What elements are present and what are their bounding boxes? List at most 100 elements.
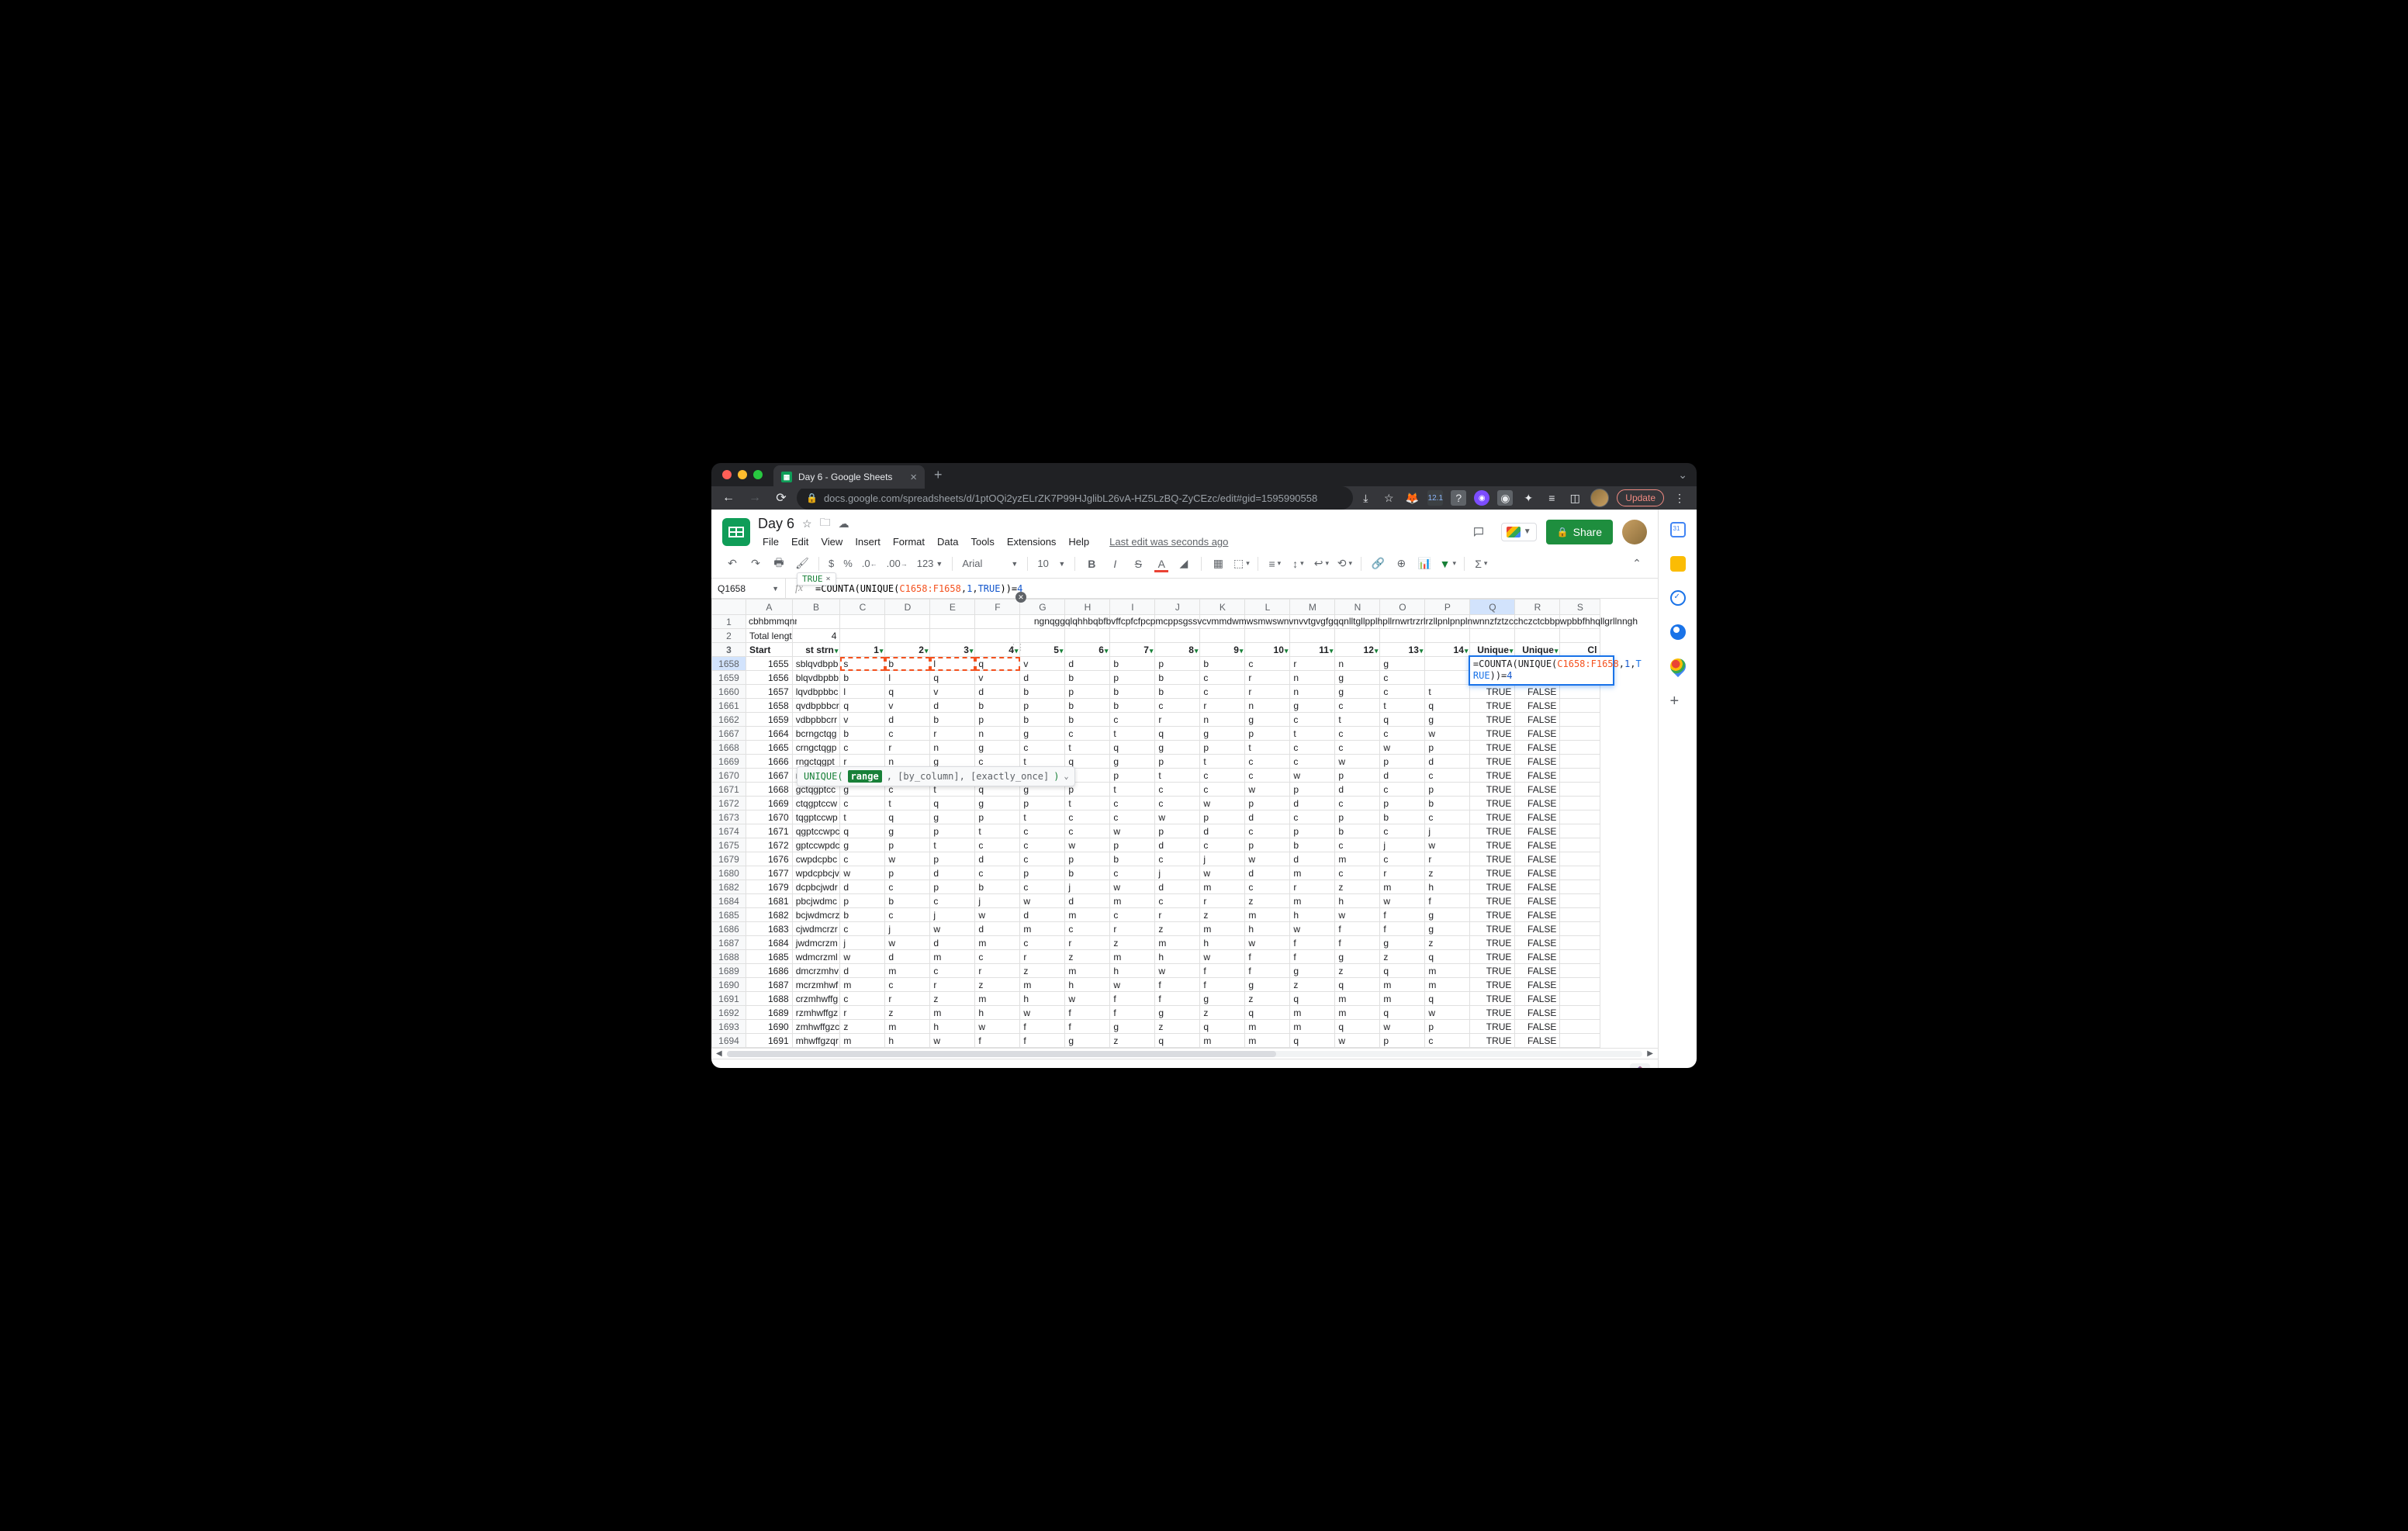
cell[interactable]: n [1290, 671, 1335, 685]
cell[interactable]: FALSE [1515, 727, 1560, 741]
cell[interactable] [1425, 615, 1470, 629]
row-header[interactable]: 1685 [712, 908, 746, 922]
cell[interactable] [1515, 615, 1560, 629]
profile-avatar[interactable] [1590, 489, 1609, 507]
cell[interactable]: z [1155, 1020, 1200, 1034]
cell[interactable]: FALSE [1515, 936, 1560, 950]
cell[interactable]: t [1110, 727, 1155, 741]
formula-result-chip[interactable]: TRUE × [797, 572, 836, 586]
row-header[interactable]: 2 [712, 629, 746, 643]
filter-icon[interactable]: ▾ [1150, 647, 1154, 655]
cell[interactable]: p [975, 713, 1020, 727]
cell[interactable]: z [1425, 936, 1470, 950]
column-header-I[interactable]: I [1110, 600, 1155, 615]
reading-list-icon[interactable]: ≡ [1544, 490, 1559, 506]
cell[interactable] [1560, 685, 1600, 699]
side-panel-icon[interactable]: ◫ [1567, 490, 1583, 506]
cell[interactable]: c [1200, 838, 1245, 852]
cell[interactable]: b [1110, 852, 1155, 866]
cell[interactable]: z [840, 1020, 885, 1034]
cell[interactable] [792, 615, 840, 629]
cell[interactable]: g [1425, 713, 1470, 727]
cell[interactable]: p [1110, 671, 1155, 685]
cell[interactable]: m [1425, 978, 1470, 992]
menu-format[interactable]: Format [888, 534, 929, 549]
cell[interactable]: f [1020, 1034, 1065, 1048]
address-bar[interactable]: 🔒 docs.google.com/spreadsheets/d/1ptOQi2… [797, 486, 1353, 510]
cell[interactable]: c [1020, 880, 1065, 894]
cell[interactable] [1560, 783, 1600, 797]
cell[interactable]: FALSE [1515, 810, 1560, 824]
cell[interactable]: h [1020, 992, 1065, 1006]
cell[interactable]: c [1065, 810, 1110, 824]
cell[interactable]: FALSE [1515, 978, 1560, 992]
cell[interactable]: d [840, 880, 885, 894]
cell[interactable]: c [840, 992, 885, 1006]
cell[interactable]: FALSE [1515, 894, 1560, 908]
cell[interactable]: c [1155, 797, 1200, 810]
cell[interactable]: r [1155, 908, 1200, 922]
cell[interactable]: p [1335, 810, 1380, 824]
cell[interactable] [1560, 713, 1600, 727]
cell[interactable]: c [930, 894, 975, 908]
cell[interactable]: c [1020, 838, 1065, 852]
cell[interactable]: f [1335, 922, 1380, 936]
cell[interactable] [1200, 615, 1245, 629]
cell[interactable]: p [1020, 797, 1065, 810]
cell[interactable]: w [1380, 741, 1425, 755]
row-header[interactable]: 1659 [712, 671, 746, 685]
cell[interactable]: g [1155, 741, 1200, 755]
cell[interactable]: d [1425, 755, 1470, 769]
more-formats-button[interactable]: 123▼ [914, 554, 946, 574]
column-header-H[interactable]: H [1065, 600, 1110, 615]
cell[interactable]: q [1380, 964, 1425, 978]
tab-overflow-button[interactable]: ⌄ [1678, 468, 1687, 482]
redo-button[interactable]: ↷ [746, 554, 766, 574]
column-header-A[interactable]: A [746, 600, 793, 615]
cell[interactable]: g [1155, 1006, 1200, 1020]
cell[interactable]: r [1065, 936, 1110, 950]
cell[interactable]: c [1380, 671, 1425, 685]
cell[interactable]: 1659 [746, 713, 793, 727]
account-avatar[interactable] [1622, 520, 1647, 544]
cell[interactable]: b [1065, 866, 1110, 880]
cell[interactable] [1110, 629, 1155, 643]
cell[interactable] [1560, 810, 1600, 824]
cell[interactable]: r [1155, 713, 1200, 727]
cell[interactable]: 4 [792, 629, 840, 643]
cell[interactable]: d [930, 866, 975, 880]
cell[interactable]: w [1110, 824, 1155, 838]
tasks-icon[interactable] [1670, 590, 1686, 606]
cell[interactable]: b [975, 699, 1020, 713]
cell[interactable]: 1676 [746, 852, 793, 866]
cell[interactable]: 1668 [746, 783, 793, 797]
cell[interactable]: d [1290, 797, 1335, 810]
cell[interactable]: r [1425, 852, 1470, 866]
cell[interactable]: crzmhwffg [792, 992, 840, 1006]
cell[interactable]: m [1380, 880, 1425, 894]
cell[interactable]: q [885, 685, 930, 699]
cell[interactable]: z [1020, 964, 1065, 978]
cell[interactable]: c [1155, 852, 1200, 866]
cell[interactable] [1560, 699, 1600, 713]
row-header[interactable]: 1658 [712, 657, 746, 671]
cell[interactable]: 1681 [746, 894, 793, 908]
filter-icon[interactable]: ▾ [1195, 647, 1199, 655]
cell[interactable]: m [1335, 852, 1380, 866]
cell[interactable]: p [1290, 783, 1335, 797]
cell[interactable]: p [885, 838, 930, 852]
menu-help[interactable]: Help [1064, 534, 1094, 549]
cell[interactable] [930, 629, 975, 643]
cell[interactable]: m [1245, 908, 1290, 922]
cell[interactable]: c [1155, 783, 1200, 797]
cell[interactable]: w [1425, 727, 1470, 741]
cell[interactable]: c [1200, 671, 1245, 685]
cell[interactable]: TRUE [1470, 1006, 1515, 1020]
header-cell[interactable]: 1▾ [840, 643, 885, 657]
cell[interactable]: z [930, 992, 975, 1006]
cell[interactable] [885, 629, 930, 643]
cell[interactable] [1560, 1006, 1600, 1020]
row-header[interactable]: 1668 [712, 741, 746, 755]
cell[interactable]: w [840, 866, 885, 880]
cell[interactable]: z [1425, 866, 1470, 880]
